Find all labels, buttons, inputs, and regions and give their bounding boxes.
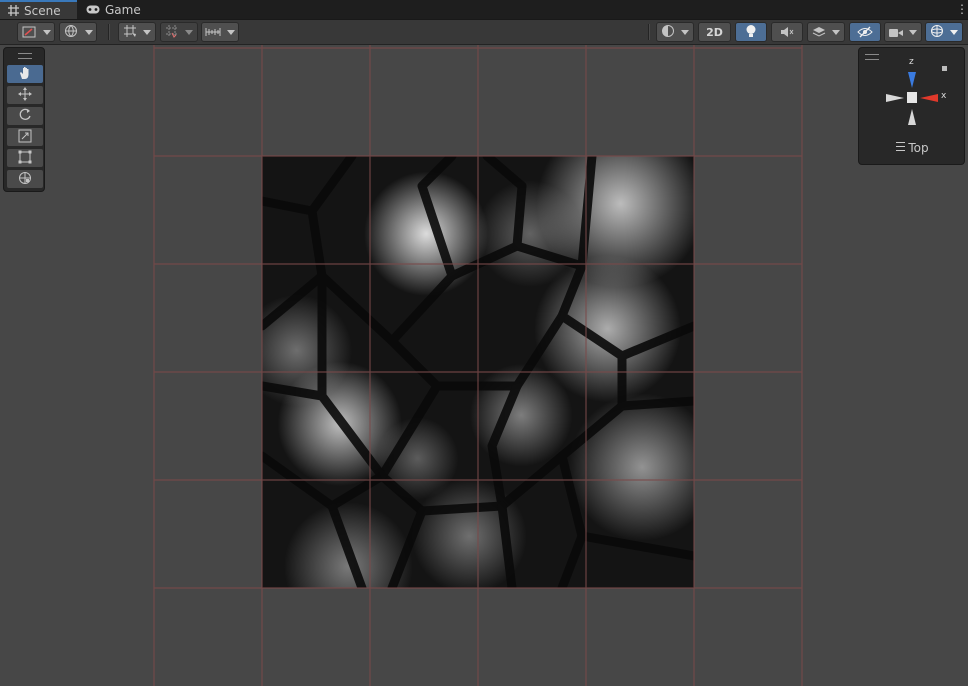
chevron-down-icon <box>832 29 840 35</box>
increment-snap-button[interactable] <box>160 22 198 42</box>
lighting-toggle-button[interactable] <box>735 22 767 42</box>
hand-tool-button[interactable] <box>7 65 43 83</box>
tab-bar: Scene Game ⋮ <box>0 0 968 20</box>
transform-tool-icon <box>18 170 32 189</box>
shading-mode-button[interactable] <box>656 22 694 42</box>
scale-tool-icon <box>18 128 32 147</box>
menu-icon <box>896 142 906 151</box>
rotate-tool-button[interactable] <box>7 107 43 125</box>
chevron-down-icon <box>143 29 151 35</box>
global-local-icon <box>64 23 78 42</box>
effects-layers-icon <box>812 23 826 42</box>
more-options-icon[interactable]: ⋮ <box>956 2 968 16</box>
camera-icon <box>889 23 903 42</box>
gizmos-button[interactable] <box>925 22 963 42</box>
chevron-down-icon <box>950 29 958 35</box>
chevron-down-icon <box>227 29 235 35</box>
rect-tool-button[interactable] <box>7 149 43 167</box>
eye-slash-icon <box>857 23 873 42</box>
drag-grip-icon[interactable] <box>18 53 32 59</box>
toolbar-separator <box>108 24 110 40</box>
orientation-gizmo[interactable]: z x Top <box>858 47 965 165</box>
voronoi-texture-plane[interactable] <box>262 156 694 588</box>
gizmos-icon <box>930 23 944 42</box>
chevron-down-icon <box>185 29 193 35</box>
ruler-button[interactable] <box>201 22 239 42</box>
effects-button[interactable] <box>807 22 845 42</box>
increment-snap-icon <box>165 23 179 42</box>
tab-scene[interactable]: Scene <box>0 0 77 19</box>
global-local-button[interactable] <box>59 22 97 42</box>
ruler-icon <box>205 23 221 42</box>
transform-tool-button[interactable] <box>7 170 43 188</box>
axis-z-label: z <box>909 57 914 67</box>
draw-mode-button[interactable] <box>17 22 55 42</box>
audio-toggle-button[interactable] <box>771 22 803 42</box>
view-mode-label: Top <box>908 141 929 155</box>
2d-label: 2D <box>706 25 723 39</box>
toolbar-separator <box>648 24 650 40</box>
hash-grid-icon <box>8 5 19 16</box>
draw-mode-icon <box>22 23 36 42</box>
tab-game-label: Game <box>105 2 141 17</box>
audio-mute-icon <box>780 23 794 42</box>
voronoi-cell-edges <box>262 156 694 588</box>
chevron-down-icon <box>909 29 917 35</box>
axis-x-label: x <box>941 91 947 101</box>
chevron-down-icon <box>681 29 689 35</box>
hand-tool-icon <box>18 65 32 84</box>
view-mode-toggle[interactable]: Top <box>859 141 966 155</box>
light-bulb-icon <box>745 23 757 42</box>
grid-snap-button[interactable] <box>118 22 156 42</box>
chevron-down-icon <box>42 29 51 35</box>
chevron-down-icon <box>84 29 93 35</box>
rotate-tool-icon <box>18 107 32 126</box>
grid-snap-icon <box>123 23 137 42</box>
scale-tool-button[interactable] <box>7 128 43 146</box>
move-tool-icon <box>18 86 32 105</box>
hidden-objects-toggle[interactable] <box>849 22 881 42</box>
gamepad-icon <box>86 5 100 14</box>
scene-viewport[interactable] <box>0 45 968 686</box>
move-tool-button[interactable] <box>7 86 43 104</box>
camera-settings-button[interactable] <box>884 22 922 42</box>
shading-mode-icon <box>661 23 675 42</box>
tab-game[interactable]: Game <box>78 0 158 19</box>
tab-scene-label: Scene <box>24 3 61 18</box>
rect-tool-icon <box>18 149 32 168</box>
scene-toolbar: 2D <box>0 20 968 45</box>
2d-toggle-button[interactable]: 2D <box>698 22 731 42</box>
tools-overlay <box>3 47 45 192</box>
